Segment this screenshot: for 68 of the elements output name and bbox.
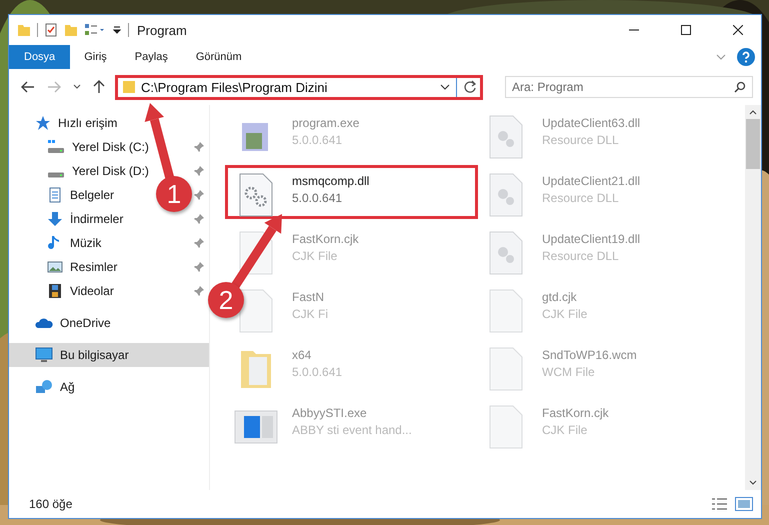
nav-item[interactable]: Bu bilgisayar bbox=[9, 343, 209, 367]
maximize-icon bbox=[681, 25, 691, 35]
item-count: 160 öğe bbox=[29, 497, 74, 511]
nav-item[interactable]: Yerel Disk (D:) bbox=[72, 164, 149, 178]
large-icons-view-icon[interactable] bbox=[735, 497, 753, 511]
image-icon bbox=[47, 259, 63, 275]
pin-icon[interactable] bbox=[193, 213, 205, 225]
pin-icon[interactable] bbox=[193, 237, 205, 249]
scroll-thumb[interactable] bbox=[746, 119, 760, 169]
pin-icon[interactable] bbox=[193, 261, 205, 273]
search-icon[interactable] bbox=[734, 81, 746, 93]
back-arrow-icon bbox=[21, 81, 35, 93]
ribbon-tab[interactable]: Görünüm bbox=[182, 45, 256, 69]
ribbon-tab[interactable]: Giriş bbox=[70, 45, 121, 69]
computer-icon bbox=[35, 347, 53, 363]
nav-item[interactable]: Müzik bbox=[70, 236, 102, 250]
file-detail: CJK File bbox=[292, 249, 338, 263]
file-detail: CJK Fi bbox=[292, 307, 328, 321]
nav-item[interactable]: Ağ bbox=[60, 380, 75, 394]
file-detail: CJK File bbox=[542, 423, 588, 437]
pin-icon[interactable] bbox=[193, 165, 205, 177]
nav-item[interactable]: Hızlı erişim bbox=[58, 116, 118, 130]
properties-icon[interactable] bbox=[44, 23, 58, 37]
nav-item[interactable]: Videolar bbox=[70, 284, 114, 298]
address-bar[interactable]: C:\Program Files\Program Dizini bbox=[115, 74, 483, 100]
pin-icon[interactable] bbox=[193, 285, 205, 297]
nav-item[interactable]: Resimler bbox=[70, 260, 118, 274]
view-options-icon[interactable] bbox=[84, 23, 106, 37]
folder-icon bbox=[122, 80, 136, 94]
network-icon bbox=[35, 379, 53, 395]
file-detail: 5.0.0.641 bbox=[292, 133, 344, 147]
file-detail: 5.0.0.641 bbox=[292, 365, 342, 379]
nav-item[interactable]: OneDrive bbox=[60, 316, 111, 330]
search-field[interactable]: Ara: Program bbox=[505, 76, 753, 98]
film-icon bbox=[47, 283, 63, 299]
scrollbar[interactable] bbox=[745, 105, 761, 490]
file-icon bbox=[239, 289, 273, 333]
nav-item[interactable]: Yerel Disk (C:) bbox=[72, 140, 149, 154]
file-detail: ABBY sti event hand... bbox=[292, 423, 412, 437]
ribbon-tab[interactable]: Paylaş bbox=[120, 45, 182, 69]
help-icon[interactable] bbox=[737, 48, 755, 66]
file-detail: Resource DLL bbox=[542, 191, 620, 205]
file-icon bbox=[489, 289, 523, 333]
file-menu-tab[interactable]: Dosya bbox=[9, 45, 70, 69]
file-detail: CJK File bbox=[542, 307, 588, 321]
drive-icon bbox=[47, 139, 65, 155]
download-arrow-icon bbox=[47, 211, 63, 227]
window-icon bbox=[234, 410, 278, 444]
nav-item[interactable]: Belgeler bbox=[70, 188, 114, 202]
address-path: C:\Program Files\Program Dizini bbox=[141, 80, 328, 94]
file-icon bbox=[489, 347, 523, 391]
pin-icon[interactable] bbox=[193, 189, 205, 201]
star-icon bbox=[35, 115, 51, 131]
pin-icon[interactable] bbox=[193, 141, 205, 153]
close-icon bbox=[733, 25, 743, 35]
window-title: Program bbox=[137, 22, 188, 38]
up-arrow-icon bbox=[93, 80, 105, 94]
file-detail: Resource DLL bbox=[542, 133, 620, 147]
file-name[interactable]: msmqcomp.dll bbox=[292, 174, 370, 188]
forward-arrow-icon bbox=[47, 81, 61, 93]
file-detail: WCM File bbox=[542, 365, 596, 379]
file-detail: 5.0.0.641 bbox=[292, 191, 344, 205]
nav-item[interactable]: İndirmeler bbox=[70, 212, 124, 226]
file-icon bbox=[489, 405, 523, 449]
drive-icon bbox=[47, 172, 65, 178]
document-icon bbox=[47, 187, 63, 203]
file-detail: Resource DLL bbox=[542, 249, 620, 263]
details-view-icon[interactable] bbox=[711, 497, 729, 511]
